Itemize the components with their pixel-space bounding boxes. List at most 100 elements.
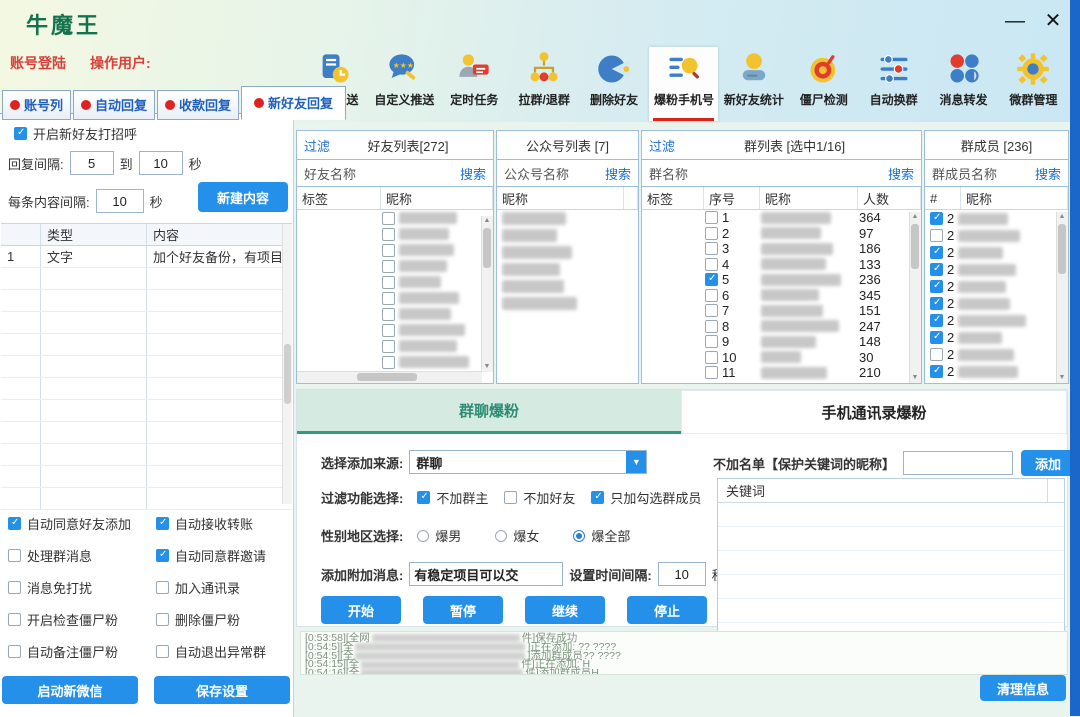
friend-checkbox[interactable]: [382, 227, 395, 241]
close-button[interactable]: ✕: [1036, 6, 1070, 36]
toolbar-item-msg-forward[interactable]: 消息转发: [929, 47, 998, 121]
option-6[interactable]: 开启检查僵尸粉: [8, 610, 156, 629]
member-row[interactable]: 2: [925, 278, 1068, 295]
account-row[interactable]: [497, 244, 638, 261]
gender-option-1[interactable]: 爆女: [495, 526, 539, 545]
toolbar-item-pull-group[interactable]: 拉群/退群: [510, 47, 579, 121]
member-row[interactable]: 2: [925, 312, 1068, 329]
friend-row[interactable]: [297, 322, 493, 338]
minimize-button[interactable]: —: [998, 6, 1032, 36]
group-checkbox[interactable]: [705, 304, 718, 318]
table-row[interactable]: [1, 466, 292, 488]
option-checkbox[interactable]: [8, 613, 21, 626]
left-tab-3[interactable]: 新好友回复: [241, 86, 347, 120]
friend-row[interactable]: [297, 290, 493, 306]
friend-checkbox[interactable]: [382, 243, 395, 257]
table-row[interactable]: [1, 290, 292, 312]
group-checkbox[interactable]: [705, 319, 718, 333]
gender-option-2[interactable]: 爆全部: [573, 526, 630, 545]
source-select[interactable]: 群聊 ▼: [409, 450, 648, 474]
group-row[interactable]: 2 97: [642, 226, 921, 242]
accounts-search-link[interactable]: 搜索: [605, 164, 631, 183]
friend-row[interactable]: [297, 210, 493, 226]
option-8[interactable]: 自动备注僵尸粉: [8, 642, 156, 661]
reply-interval-to-input[interactable]: [138, 151, 183, 175]
tab-phone-contacts-burst[interactable]: 手机通讯录爆粉: [681, 390, 1067, 434]
table-row[interactable]: [1, 334, 292, 356]
friend-checkbox[interactable]: [382, 275, 395, 289]
content-table-scrollbar[interactable]: [282, 224, 292, 504]
friend-checkbox[interactable]: [382, 307, 395, 321]
add-keyword-button[interactable]: 添加: [1021, 450, 1076, 476]
friend-row[interactable]: [297, 226, 493, 242]
group-checkbox[interactable]: [705, 257, 718, 271]
gender-radio[interactable]: [495, 529, 508, 542]
group-row[interactable]: 3 186: [642, 241, 921, 257]
option-7[interactable]: 删除僵尸粉: [156, 610, 290, 629]
member-checkbox[interactable]: [930, 348, 943, 361]
filter-option-0[interactable]: 不加群主: [417, 488, 488, 507]
filter-checkbox[interactable]: [504, 491, 518, 504]
filter-option-1[interactable]: 不加好友: [504, 488, 575, 507]
log-box[interactable]: [0:53:58][全网 件]保存成功 [0:54:5][全]正在添加: ?? ??…: [300, 631, 1068, 675]
stop-button[interactable]: 停止: [627, 596, 707, 624]
group-checkbox[interactable]: [705, 288, 718, 302]
account-row[interactable]: [497, 227, 638, 244]
group-checkbox[interactable]: [705, 211, 718, 225]
table-row[interactable]: [1, 422, 292, 444]
option-checkbox[interactable]: [156, 517, 169, 530]
start-button[interactable]: 开始: [321, 596, 401, 624]
tab-group-chat-burst[interactable]: 群聊爆粉: [297, 390, 681, 434]
clear-log-button[interactable]: 清理信息: [980, 675, 1066, 701]
member-row[interactable]: 2: [925, 227, 1068, 244]
friend-row[interactable]: [297, 354, 493, 370]
groups-filter-link[interactable]: 过滤: [649, 136, 675, 155]
toolbar-item-delete-friend[interactable]: 删除好友: [580, 47, 649, 121]
greeting-checkbox[interactable]: [14, 127, 27, 140]
option-1[interactable]: 自动接收转账: [156, 514, 290, 533]
left-tab-1[interactable]: 自动回复: [73, 90, 156, 120]
member-checkbox[interactable]: [930, 246, 943, 259]
friend-checkbox[interactable]: [382, 291, 395, 305]
option-9[interactable]: 自动退出异常群: [156, 642, 290, 661]
greeting-toggle[interactable]: 开启新好友打招呼: [14, 124, 137, 143]
member-row[interactable]: 2: [925, 295, 1068, 312]
toolbar-item-zombie-check[interactable]: 僵尸检测: [789, 47, 858, 121]
attach-message-input[interactable]: [409, 562, 564, 586]
member-checkbox[interactable]: [930, 280, 943, 293]
member-row[interactable]: 2: [925, 210, 1068, 227]
group-row[interactable]: 7 151: [642, 303, 921, 319]
exclude-input[interactable]: [903, 451, 1014, 475]
account-row[interactable]: [497, 278, 638, 295]
friend-row[interactable]: [297, 242, 493, 258]
members-vertical-scrollbar[interactable]: ▲ ▼: [1056, 212, 1068, 383]
gender-option-0[interactable]: 爆男: [417, 526, 461, 545]
option-checkbox[interactable]: [156, 645, 169, 658]
chevron-down-icon[interactable]: ▼: [626, 451, 647, 473]
friends-horizontal-scrollbar[interactable]: [297, 371, 482, 383]
table-row[interactable]: [1, 444, 292, 466]
member-checkbox[interactable]: [930, 229, 943, 242]
group-checkbox[interactable]: [705, 335, 718, 349]
group-checkbox[interactable]: [705, 350, 718, 364]
filter-option-2[interactable]: 只加勾选群成员: [591, 488, 701, 507]
member-checkbox[interactable]: [930, 297, 943, 310]
start-new-wechat-button[interactable]: 启动新微信: [2, 676, 138, 704]
member-checkbox[interactable]: [930, 263, 943, 276]
table-row[interactable]: [1, 268, 292, 290]
gender-radio[interactable]: [417, 529, 430, 542]
content-interval-input[interactable]: [95, 189, 144, 213]
friend-checkbox[interactable]: [382, 339, 395, 353]
toolbar-item-auto-switch[interactable]: 自动换群: [859, 47, 928, 121]
new-content-button[interactable]: 新建内容: [198, 182, 288, 212]
option-5[interactable]: 加入通讯录: [156, 578, 290, 597]
option-checkbox[interactable]: [8, 645, 21, 658]
member-checkbox[interactable]: [930, 331, 943, 344]
filter-checkbox[interactable]: [591, 491, 605, 504]
member-row[interactable]: 2: [925, 329, 1068, 346]
toolbar-item-group-manage[interactable]: 微群管理: [999, 47, 1068, 121]
option-checkbox[interactable]: [8, 581, 21, 594]
friend-row[interactable]: [297, 338, 493, 354]
table-row[interactable]: [1, 400, 292, 422]
interval-input[interactable]: [657, 562, 706, 586]
